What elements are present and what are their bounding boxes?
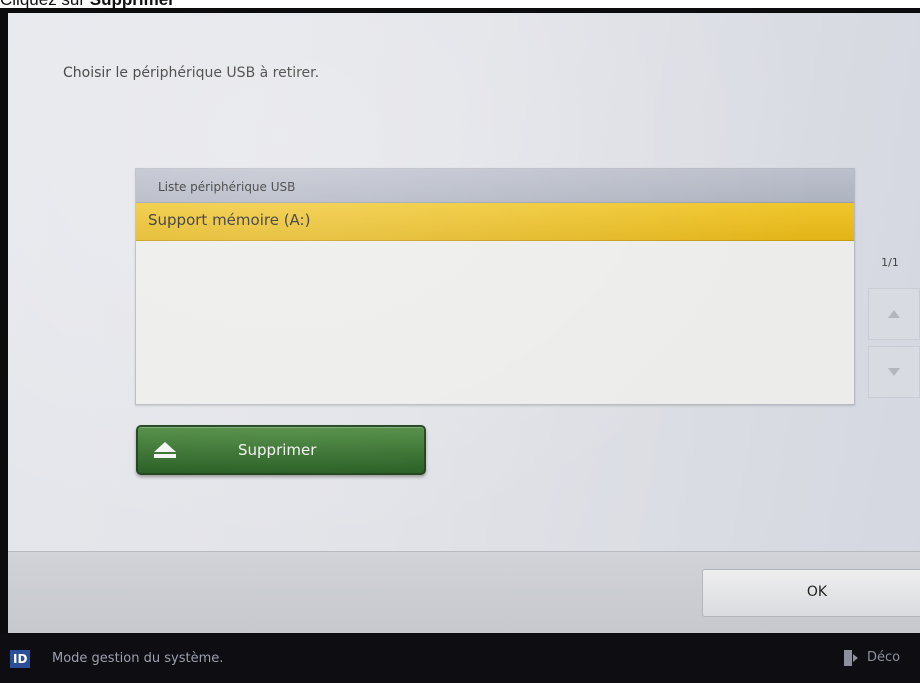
triangle-up-icon — [888, 310, 900, 318]
id-badge: ID — [10, 650, 31, 668]
bottom-action-bar: OK — [8, 551, 920, 633]
ok-button[interactable]: OK — [702, 569, 920, 617]
list-item[interactable]: Support mémoire (A:) — [136, 203, 854, 241]
scroll-down-button[interactable] — [868, 346, 920, 398]
page-indicator: 1/1 — [881, 256, 899, 269]
device-photo: Choisir le périphérique USB à retirer. L… — [0, 8, 920, 683]
screen-instruction: Choisir le périphérique USB à retirer. — [63, 65, 320, 81]
logout-icon — [844, 650, 858, 666]
delete-button[interactable]: Supprimer — [136, 425, 426, 475]
system-mode-text: Mode gestion du système. — [52, 651, 224, 666]
triangle-down-icon — [888, 368, 900, 376]
eject-icon — [154, 442, 176, 458]
usb-device-list: Liste périphérique USB Support mémoire (… — [135, 168, 855, 405]
scroll-up-button[interactable] — [868, 288, 920, 340]
delete-button-label: Supprimer — [238, 441, 317, 459]
logout-label: Déco — [867, 650, 901, 665]
list-header: Liste périphérique USB — [136, 169, 854, 203]
logout-button[interactable]: Déco — [844, 648, 920, 670]
touch-screen: Choisir le périphérique USB à retirer. L… — [8, 13, 920, 633]
status-bar: ID Mode gestion du système. Déco — [0, 633, 920, 683]
